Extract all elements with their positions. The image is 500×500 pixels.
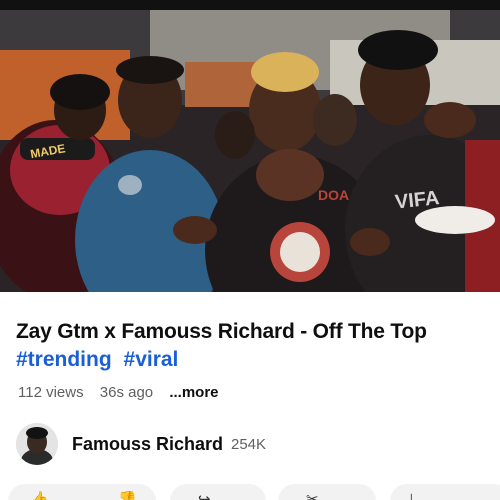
hashtag-link[interactable]: #viral xyxy=(124,348,179,371)
download-icon: ⤓ xyxy=(408,491,415,500)
video-frame: MADE DOA VIFA xyxy=(0,10,500,292)
more-button[interactable]: ...more xyxy=(169,384,218,401)
view-count: 112 views xyxy=(18,384,84,401)
action-bar: 👍 👎 ↪ ✂ ⤓ xyxy=(0,484,500,500)
status-bar xyxy=(0,0,500,10)
video-player[interactable]: MADE DOA VIFA xyxy=(0,10,500,292)
share-icon: ↪ xyxy=(198,491,211,500)
clip-chip[interactable]: ✂ xyxy=(278,484,376,500)
clip-icon: ✂ xyxy=(306,491,319,500)
avatar[interactable] xyxy=(16,423,58,465)
subscriber-count: 254K xyxy=(231,436,267,453)
channel-name[interactable]: Famouss Richard xyxy=(72,434,223,455)
video-title: Zay Gtm x Famouss Richard - Off The Top xyxy=(16,320,427,343)
channel-row[interactable]: Famouss Richard 254K xyxy=(16,423,486,465)
share-chip[interactable]: ↪ xyxy=(170,484,266,500)
dislike-icon[interactable]: 👎 xyxy=(118,492,137,500)
like-icon[interactable]: 👍 xyxy=(30,492,49,500)
hashtag-link[interactable]: #trending xyxy=(16,348,112,371)
video-meta: 112 views 36s ago ...more xyxy=(18,384,231,401)
download-chip[interactable]: ⤓ xyxy=(390,484,500,500)
avatar-image xyxy=(16,423,58,465)
shirt-text: DOA xyxy=(318,187,349,203)
upload-age: 36s ago xyxy=(99,384,154,401)
like-chip[interactable]: 👍 👎 xyxy=(8,484,156,500)
hashtags: #trending #viral xyxy=(16,346,184,373)
